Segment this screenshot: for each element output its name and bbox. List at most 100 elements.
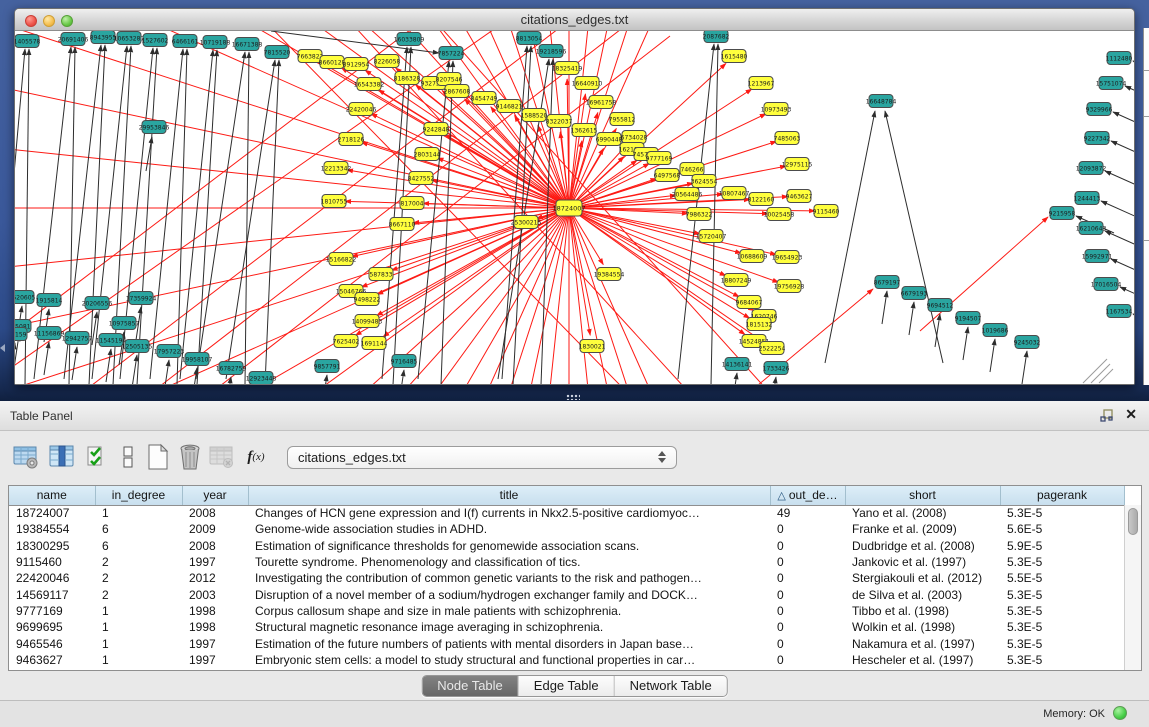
network-node[interactable]: 8912954 xyxy=(343,58,370,71)
network-node[interactable]: 2718126 xyxy=(338,133,365,146)
table-row[interactable]: 1830029562008Estimation of significance … xyxy=(9,538,1124,554)
network-node[interactable]: 14136141 xyxy=(722,358,753,371)
network-node[interactable]: 20691406 xyxy=(58,33,89,46)
column-header-title[interactable]: title xyxy=(248,486,770,505)
network-node[interactable]: 2520605 xyxy=(15,291,36,304)
table-row[interactable]: 1872400712008Changes of HCN gene express… xyxy=(9,505,1124,521)
network-node[interactable]: 8427552 xyxy=(408,172,435,185)
network-node[interactable]: 16033809 xyxy=(394,33,425,46)
function-builder-icon[interactable]: f(x) xyxy=(242,442,270,472)
panel-divider-grip[interactable] xyxy=(566,394,580,400)
column-header-in_degree[interactable]: in_degree xyxy=(95,486,182,505)
new-table-icon[interactable] xyxy=(144,442,172,472)
network-node[interactable]: 16961758 xyxy=(586,96,617,109)
network-node[interactable]: 7485063 xyxy=(774,132,801,145)
network-node[interactable]: 9498222 xyxy=(354,293,381,306)
network-node[interactable]: 15992971 xyxy=(1082,250,1113,263)
network-node[interactable]: 19756928 xyxy=(774,280,805,293)
network-node[interactable]: 1915814 xyxy=(36,294,63,307)
scrollbar-thumb[interactable] xyxy=(1128,508,1138,535)
network-node[interactable]: 8667110 xyxy=(389,218,416,231)
network-node[interactable]: 9463627 xyxy=(786,190,813,203)
network-node[interactable]: 6466161 xyxy=(172,35,199,48)
network-node[interactable]: 22420046 xyxy=(346,103,377,116)
network-node[interactable]: 1810755 xyxy=(321,195,348,208)
network-node[interactable]: 1527602 xyxy=(142,34,169,47)
column-header-short[interactable]: short xyxy=(845,486,1000,505)
network-node[interactable]: 8454749 xyxy=(471,92,498,105)
network-node[interactable]: 2522254 xyxy=(759,342,786,355)
network-node[interactable]: 8943955 xyxy=(90,31,117,44)
network-node[interactable]: 16640910 xyxy=(572,77,603,90)
network-node[interactable]: 17359924 xyxy=(126,292,157,305)
citation-network-graph[interactable]: 1405578206914068943955106532871527602646… xyxy=(15,31,1134,384)
network-node[interactable]: 6990448 xyxy=(596,133,623,146)
network-node[interactable]: 10807467 xyxy=(719,187,750,200)
network-node[interactable]: 1691144 xyxy=(361,337,388,350)
network-node[interactable]: 1244413 xyxy=(1074,192,1101,205)
network-node[interactable]: 9242848 xyxy=(423,123,450,136)
network-node[interactable]: 20564486 xyxy=(672,188,703,201)
tab-network-table[interactable]: Network Table xyxy=(615,676,727,696)
network-node[interactable]: 19958107 xyxy=(182,353,213,366)
network-node[interactable]: 19218596 xyxy=(536,45,567,58)
network-node[interactable]: 1830021 xyxy=(579,340,606,353)
network-node[interactable]: 12942757 xyxy=(62,332,93,345)
network-node[interactable]: 1405578 xyxy=(15,35,41,48)
network-node[interactable]: 17016504 xyxy=(1091,278,1122,291)
network-node[interactable]: 2087682 xyxy=(703,31,730,43)
network-node[interactable]: 8186328 xyxy=(394,72,421,85)
network-node[interactable]: 16782759 xyxy=(216,362,247,375)
network-node[interactable]: 12975115 xyxy=(782,158,813,171)
table-row[interactable]: 946554611997Estimation of the future num… xyxy=(9,635,1124,651)
network-node[interactable]: 1815132 xyxy=(746,318,773,331)
network-node[interactable]: 20206556 xyxy=(82,297,113,310)
network-node[interactable]: 9694512 xyxy=(927,299,954,312)
network-node[interactable]: 1019686 xyxy=(982,324,1009,337)
network-node[interactable]: 9857791 xyxy=(314,360,341,373)
network-node[interactable]: 9227342 xyxy=(1084,132,1111,145)
canvas-resize-grip[interactable] xyxy=(1091,364,1110,383)
network-node[interactable]: 3624554 xyxy=(691,175,718,188)
network-node[interactable]: 10688609 xyxy=(737,250,768,263)
float-panel-icon[interactable] xyxy=(1099,408,1115,424)
network-node[interactable]: 18807249 xyxy=(721,274,752,287)
column-header-out_de[interactable]: △out_de… xyxy=(770,486,845,505)
network-node[interactable]: 16210643 xyxy=(1076,222,1107,235)
show-columns-icon[interactable] xyxy=(48,442,76,472)
tab-edge-table[interactable]: Edge Table xyxy=(519,676,615,696)
network-node[interactable]: 1213967 xyxy=(748,77,775,90)
network-node[interactable]: 12505135 xyxy=(122,340,153,353)
close-panel-icon[interactable]: ✕ xyxy=(1125,406,1137,423)
network-node[interactable]: 8207546 xyxy=(436,73,463,86)
network-node[interactable]: 2803144 xyxy=(414,148,441,161)
network-node[interactable]: 1733426 xyxy=(763,362,790,375)
network-node[interactable]: 9146821 xyxy=(496,100,523,113)
network-node[interactable]: 2867608 xyxy=(444,85,471,98)
table-row[interactable]: 1456911722003Disruption of a novel membe… xyxy=(9,586,1124,602)
table-row[interactable]: 946362711997Embryonic stem cells: a mode… xyxy=(9,652,1124,668)
network-node[interactable]: 8813054 xyxy=(516,32,543,45)
network-node[interactable]: 587833 xyxy=(369,268,393,281)
network-node[interactable]: 1362615 xyxy=(571,124,598,137)
network-node[interactable]: 11156869 xyxy=(34,327,65,340)
panel-collapse-arrow-icon[interactable] xyxy=(0,344,5,352)
network-node[interactable]: 15720407 xyxy=(696,230,727,243)
network-node[interactable]: 17957223 xyxy=(154,345,185,358)
network-node[interactable]: 15751074 xyxy=(1096,77,1127,90)
canvas-resize-grip[interactable] xyxy=(1099,369,1113,383)
network-node[interactable]: 15166822 xyxy=(326,253,357,266)
network-node[interactable]: 16648784 xyxy=(866,95,897,108)
network-node[interactable]: 1167534 xyxy=(1106,305,1133,318)
network-node[interactable]: 25300215 xyxy=(511,216,542,229)
tab-node-table[interactable]: Node Table xyxy=(422,676,519,696)
table-row[interactable]: 977716911998Corpus callosum shape and si… xyxy=(9,603,1124,619)
network-node[interactable]: 9684067 xyxy=(736,296,763,309)
validate-columns-icon[interactable] xyxy=(84,442,112,472)
column-header-year[interactable]: year xyxy=(182,486,248,505)
column-header-name[interactable]: name xyxy=(9,486,95,505)
network-hub-node[interactable]: 18724007 xyxy=(552,200,585,216)
network-node[interactable]: 1112480 xyxy=(1106,52,1133,65)
network-node[interactable]: 9245032 xyxy=(1014,336,1041,349)
network-window-titlebar[interactable]: citations_edges.txt xyxy=(15,9,1134,31)
